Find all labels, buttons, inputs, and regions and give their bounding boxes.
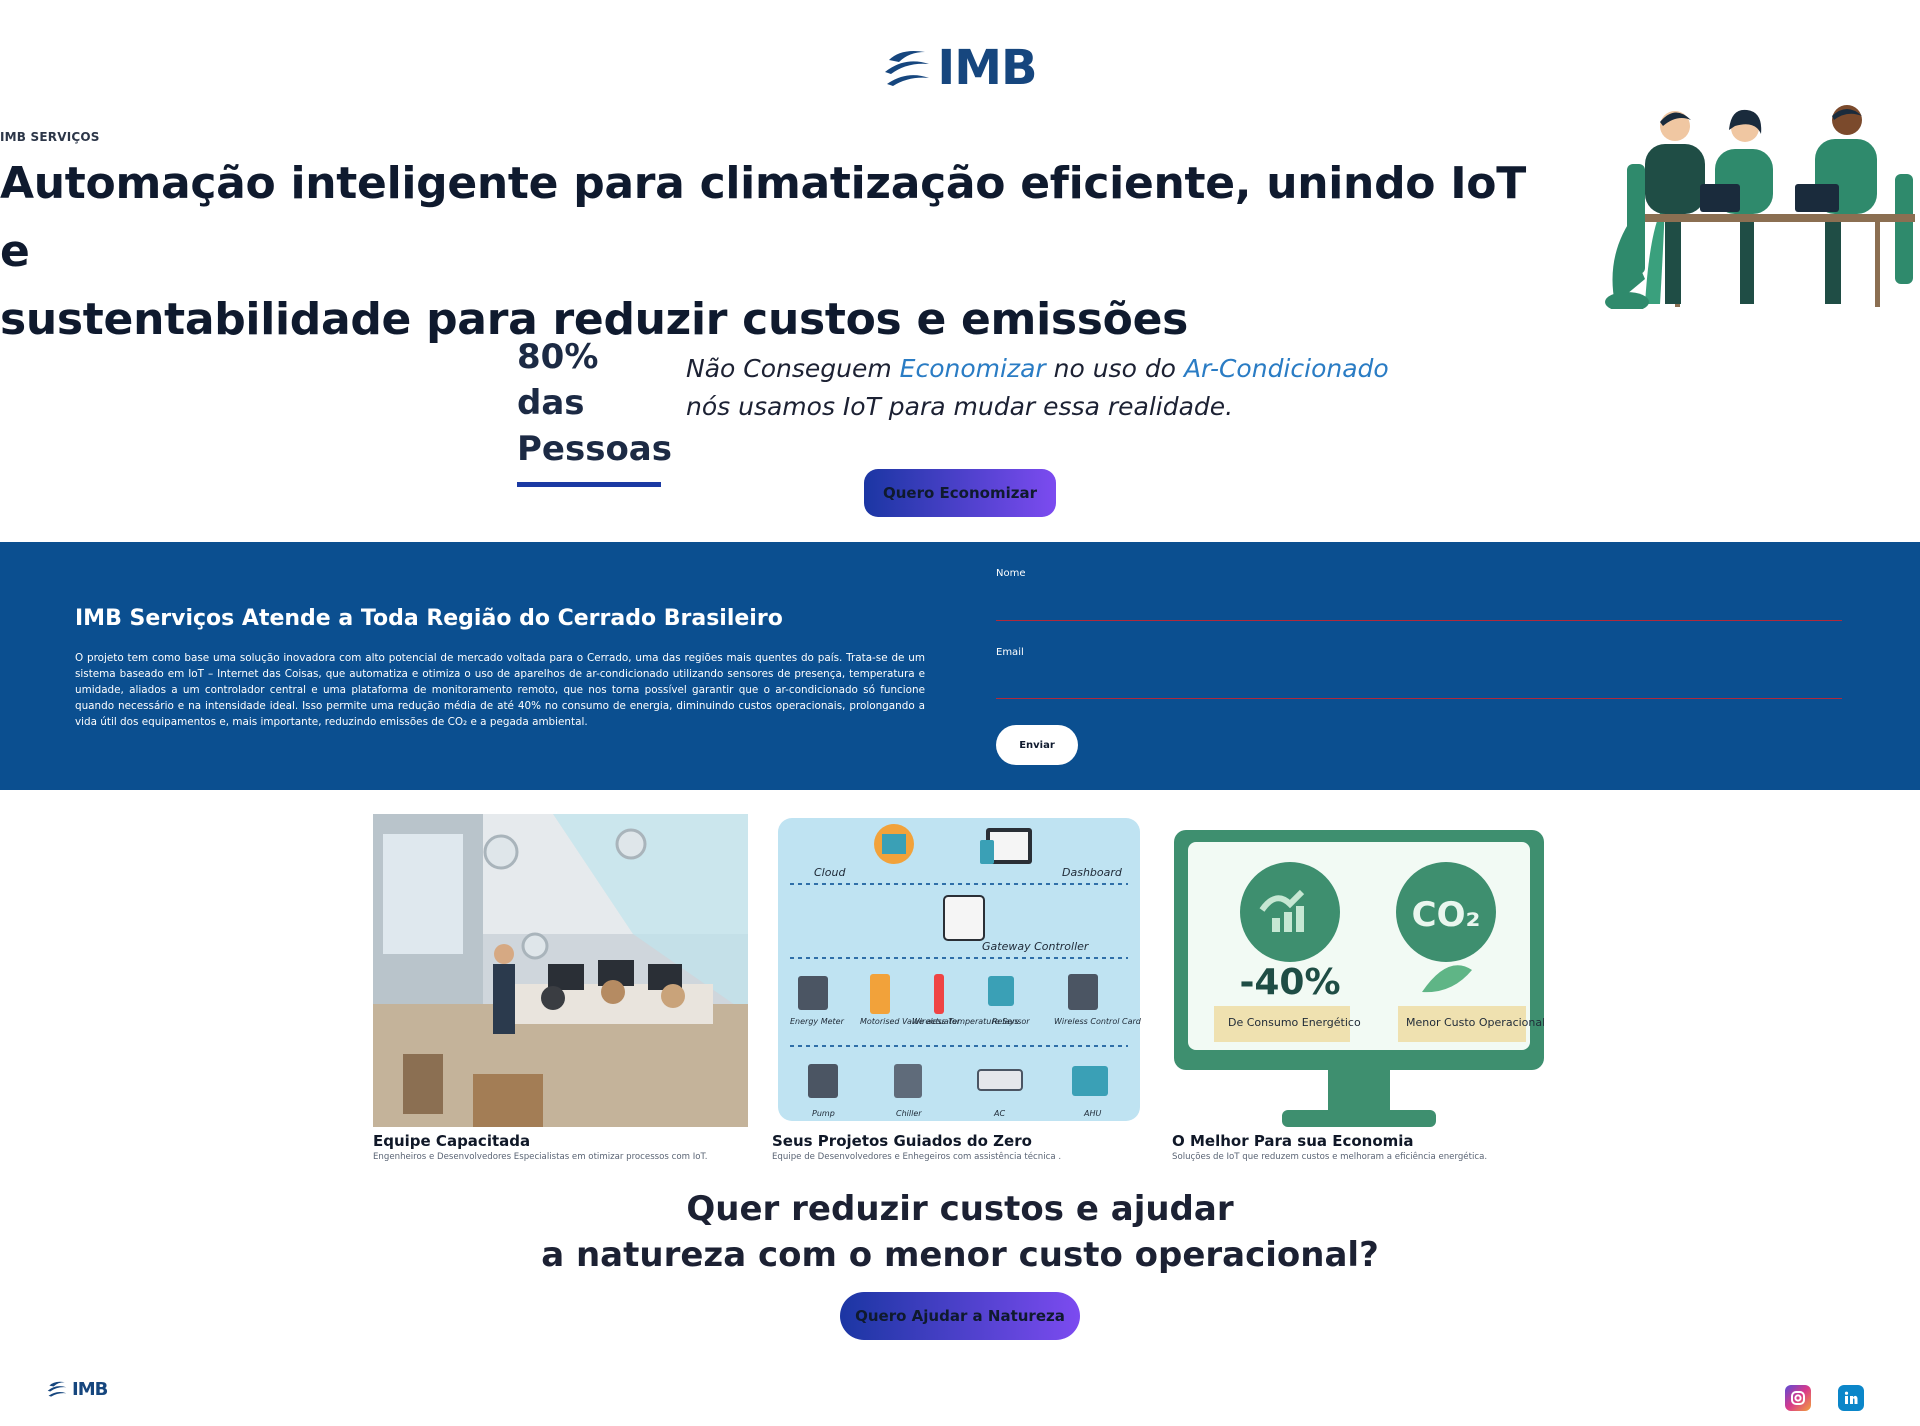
stat-underline <box>517 482 661 487</box>
header-logo[interactable]: IMB <box>866 0 1052 136</box>
diagram-label-relays: Relays <box>992 1017 1019 1026</box>
stat-text: Não Conseguem Economizar no uso do Ar-Co… <box>686 350 1389 426</box>
band-title: IMB Serviços Atende a Toda Região do Cer… <box>75 606 783 631</box>
diagram-label-energy-meter: Energy Meter <box>790 1017 845 1026</box>
stat-text-a: Não Conseguem <box>686 354 900 383</box>
monitor-percent: -40% <box>1239 962 1340 1003</box>
card-subtitle: Soluções de IoT que reduzem custos e mel… <box>1172 1152 1488 1162</box>
stat-box: 80% das Pessoas <box>517 334 672 487</box>
hero-title-line2: sustentabilidade para reduzir custos e e… <box>0 294 1189 345</box>
hero-title: Automação inteligente para climatização … <box>0 150 1530 354</box>
stat-text-economizar: Economizar <box>899 354 1046 383</box>
office-team-image <box>373 814 748 1127</box>
stat-line2: Pessoas <box>517 429 672 469</box>
stat-text-ar-condicionado: Ar-Condicionado <box>1183 354 1389 383</box>
email-field[interactable] <box>996 672 1842 696</box>
diagram-label-dashboard: Dashboard <box>1062 866 1123 879</box>
diagram-label-cloud: Cloud <box>814 866 846 879</box>
linkedin-icon[interactable] <box>1838 1385 1864 1411</box>
logo-text: IMB <box>937 40 1037 96</box>
diagram-label-pump: Pump <box>812 1109 835 1118</box>
card-title: O Melhor Para sua Economia <box>1172 1132 1414 1150</box>
email-field-label: Email <box>996 647 1024 658</box>
monitor-label1: De Consumo Energético <box>1228 1016 1361 1029</box>
cta-line2: a natureza com o menor custo operacional… <box>541 1235 1379 1275</box>
team-illustration <box>1605 105 1915 309</box>
eyebrow-label: IMB SERVIÇOS <box>0 130 100 144</box>
hero-title-line1: Automação inteligente para climatização … <box>0 158 1526 277</box>
footer-logo-text: IMB <box>72 1378 108 1400</box>
monitor-co2-label: CO₂ <box>1412 895 1481 935</box>
diagram-label-chiller: Chiller <box>896 1109 922 1118</box>
card-subtitle: Engenheiros e Desenvolvedores Especialis… <box>373 1152 708 1162</box>
stat-line1: 80% das <box>517 337 599 423</box>
iot-architecture-diagram: Cloud Dashboard Gateway Controller Energ… <box>778 818 1142 1121</box>
quero-economizar-button[interactable]: Quero Economizar <box>864 469 1056 517</box>
name-field-label: Nome <box>996 568 1026 579</box>
card-subtitle: Equipe de Desenvolvedores e Enhegeiros c… <box>772 1152 1062 1162</box>
stat-text-c: no uso do <box>1045 354 1184 383</box>
cta-title: Quer reduzir custos e ajudar a natureza … <box>460 1186 1460 1278</box>
footer-logo[interactable]: IMB <box>46 1378 108 1400</box>
name-field[interactable] <box>996 594 1842 618</box>
diagram-label-gateway: Gateway Controller <box>982 940 1090 953</box>
cta-line1: Quer reduzir custos e ajudar <box>686 1189 1234 1229</box>
band-text: O projeto tem como base uma solução inov… <box>75 652 925 728</box>
economy-monitor-image: CO₂ -40% De Consumo Energético Menor Cus… <box>1174 830 1544 1127</box>
diagram-label-ahu: AHU <box>1083 1109 1101 1118</box>
diagram-label-ac: AC <box>993 1109 1005 1118</box>
email-field-underline <box>996 698 1842 699</box>
card-title: Seus Projetos Guiados do Zero <box>772 1132 1032 1150</box>
instagram-icon[interactable] <box>1785 1385 1811 1411</box>
footer-logo-wave-icon <box>47 1381 67 1397</box>
logo-wave-icon <box>885 51 930 86</box>
diagram-label-control-card: Wireless Control Card <box>1054 1017 1142 1026</box>
enviar-button[interactable]: Enviar <box>996 725 1078 765</box>
name-field-underline <box>996 620 1842 621</box>
stat-text-line2: nós usamos IoT para mudar essa realidade… <box>686 392 1234 421</box>
stat-text-line1: Não Conseguem Economizar no uso do Ar-Co… <box>686 350 1389 388</box>
monitor-label2: Menor Custo Operacional <box>1406 1016 1544 1029</box>
card-title: Equipe Capacitada <box>373 1132 531 1150</box>
quero-ajudar-natureza-button[interactable]: Quero Ajudar a Natureza <box>840 1292 1080 1340</box>
